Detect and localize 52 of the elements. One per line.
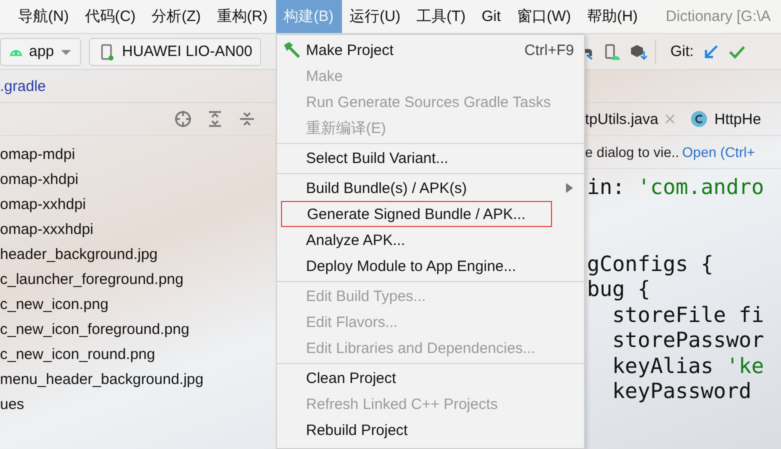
- editor-tab[interactable]: tpUtils.java: [585, 110, 676, 128]
- tree-item[interactable]: c_new_icon.png: [0, 292, 276, 317]
- breadcrumb[interactable]: .gradle: [0, 78, 46, 94]
- open-link[interactable]: Open (Ctrl+: [682, 144, 755, 160]
- code-line: keyAlias 'ke: [611, 354, 766, 379]
- tree-item[interactable]: ues: [0, 392, 276, 417]
- menu-item[interactable]: Clean Project: [277, 365, 584, 391]
- tree-item[interactable]: c_new_icon_foreground.png: [0, 317, 276, 342]
- menu-item[interactable]: Select Build Variant...: [277, 145, 584, 171]
- android-icon: [9, 48, 23, 56]
- notification-text: e dialog to vie..: [585, 144, 680, 160]
- collapse-all-icon[interactable]: [238, 110, 256, 128]
- editor-tab[interactable]: HttpHe: [690, 110, 762, 128]
- tree-item[interactable]: c_new_icon_round.png: [0, 342, 276, 367]
- crosshair-icon[interactable]: [174, 110, 192, 128]
- code-line: storePasswor: [611, 328, 766, 354]
- menu-title[interactable]: 窗口(W): [508, 0, 579, 33]
- git-label: Git:: [670, 43, 694, 60]
- menu-title[interactable]: 导航(N): [10, 0, 77, 33]
- menu-title[interactable]: 重构(R): [208, 0, 276, 33]
- menu-item[interactable]: Deploy Module to App Engine...: [277, 253, 584, 279]
- expand-all-icon[interactable]: [206, 110, 224, 128]
- tree-item[interactable]: omap-xxhdpi: [0, 192, 276, 217]
- device-dropdown[interactable]: HUAWEI LIO-AN00: [89, 38, 262, 66]
- menu-title[interactable]: 运行(U): [342, 0, 408, 33]
- tree-item[interactable]: omap-xhdpi: [0, 167, 276, 192]
- code-line: in: 'com.andro: [586, 175, 766, 200]
- menu-title[interactable]: Git: [474, 0, 509, 33]
- phone-android-icon[interactable]: [603, 42, 622, 60]
- code-line: keyPassword: [611, 379, 752, 404]
- menu-title[interactable]: 工具(T): [408, 0, 474, 33]
- run-config-dropdown[interactable]: app: [0, 38, 82, 66]
- tree-item[interactable]: omap-xxxhdpi: [0, 217, 276, 242]
- menu-item[interactable]: Analyze APK...: [277, 227, 584, 253]
- class-icon: [690, 110, 708, 128]
- tree-item[interactable]: omap-mdpi: [0, 142, 276, 167]
- tree-item[interactable]: menu_header_background.jpg: [0, 367, 276, 392]
- tree-item[interactable]: header_background.jpg: [0, 242, 276, 267]
- tree-item[interactable]: c_launcher_foreground.png: [0, 267, 276, 292]
- code-line: gConfigs {: [586, 252, 714, 277]
- menu-item[interactable]: Rebuild Project: [277, 417, 584, 443]
- menu-item[interactable]: Build Bundle(s) / APK(s): [277, 175, 584, 201]
- menu-title[interactable]: 代码(C): [76, 0, 144, 33]
- window-title: Dictionary [G:\A: [666, 8, 771, 25]
- menu-title[interactable]: 帮助(H): [578, 0, 646, 33]
- menu-title[interactable]: 分析(Z): [144, 0, 209, 33]
- code-line: storeFile fi: [611, 302, 766, 328]
- close-icon[interactable]: [664, 113, 676, 125]
- code-line: bug {: [586, 277, 652, 302]
- menu-item[interactable]: Make Project Ctrl+F9: [277, 37, 584, 63]
- menu-item[interactable]: Generate Signed Bundle / APK...: [281, 201, 552, 227]
- package-download-icon[interactable]: [629, 42, 648, 60]
